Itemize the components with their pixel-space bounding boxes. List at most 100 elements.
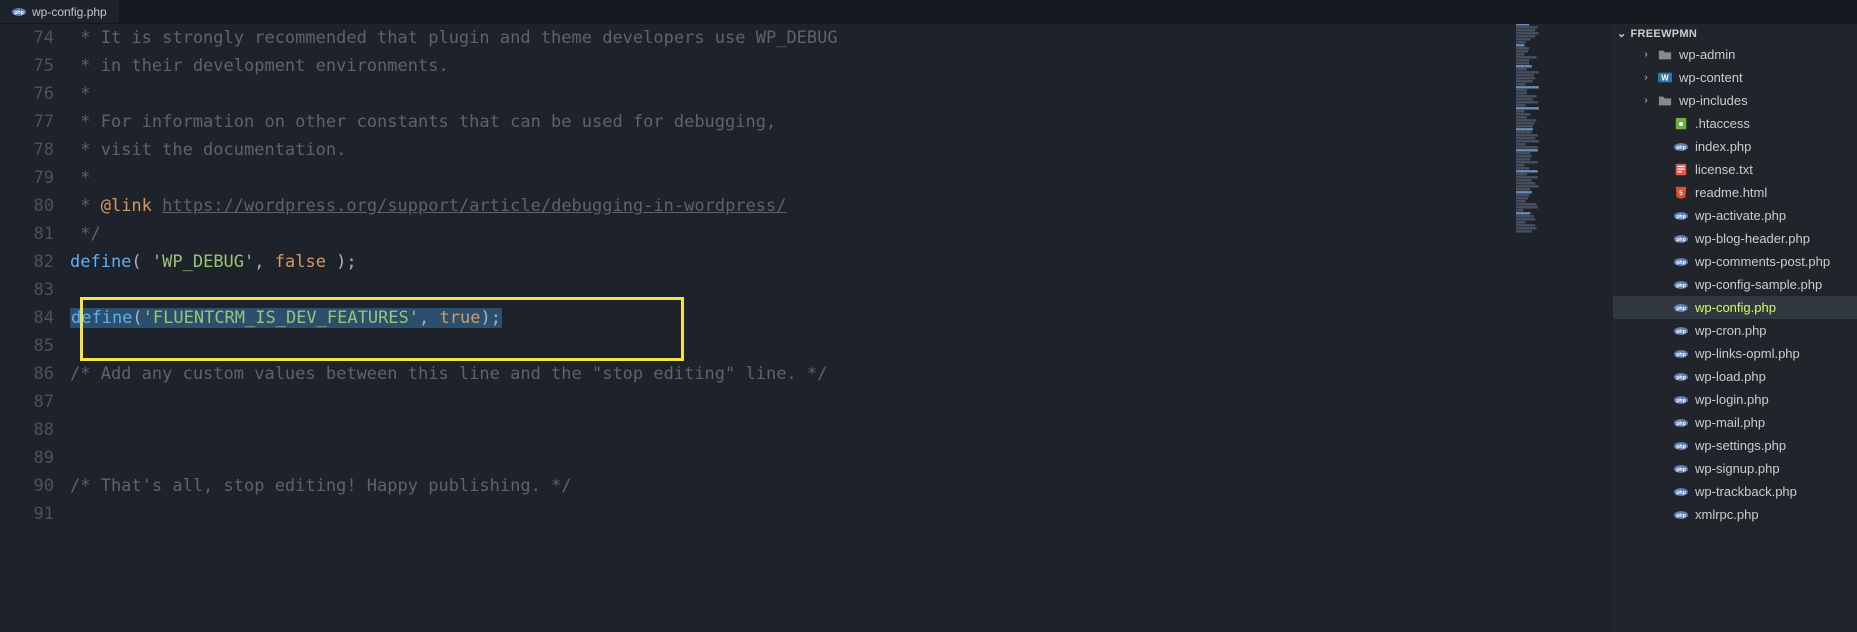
code-editor[interactable]: 74 * It is strongly recommended that plu… <box>0 24 1513 632</box>
file-license-txt[interactable]: license.txt <box>1613 158 1857 181</box>
code-content[interactable] <box>70 500 1513 528</box>
code-line[interactable]: 80 * @link https://wordpress.org/support… <box>0 192 1513 220</box>
line-number: 80 <box>0 192 70 220</box>
code-content[interactable] <box>70 388 1513 416</box>
code-line[interactable]: 78 * visit the documentation. <box>0 136 1513 164</box>
chevron-right-icon: › <box>1641 72 1651 83</box>
file-wp-cron-php[interactable]: wp-cron.php <box>1613 319 1857 342</box>
line-number: 78 <box>0 136 70 164</box>
code-line[interactable]: 75 * in their development environments. <box>0 52 1513 80</box>
file-label: wp-trackback.php <box>1695 484 1797 499</box>
file-wp-config-php[interactable]: wp-config.php <box>1613 296 1857 319</box>
code-line[interactable]: 90/* That's all, stop editing! Happy pub… <box>0 472 1513 500</box>
file-label: wp-includes <box>1679 93 1748 108</box>
code-line[interactable]: 81 */ <box>0 220 1513 248</box>
line-number: 90 <box>0 472 70 500</box>
code-content[interactable]: /* That's all, stop editing! Happy publi… <box>70 472 1513 500</box>
code-content[interactable] <box>70 332 1513 360</box>
file-wp-load-php[interactable]: wp-load.php <box>1613 365 1857 388</box>
code-line[interactable]: 79 * <box>0 164 1513 192</box>
file-explorer: ⌄ FREEWPMN ›wp-admin›wp-content›wp-inclu… <box>1613 24 1857 632</box>
folder-wp-includes[interactable]: › wp-includes <box>1613 89 1857 112</box>
editor-wrap: 74 * It is strongly recommended that plu… <box>0 24 1613 632</box>
wp-icon <box>1657 71 1673 85</box>
code-content[interactable] <box>70 276 1513 304</box>
file-wp-trackback-php[interactable]: wp-trackback.php <box>1613 480 1857 503</box>
code-content[interactable]: * It is strongly recommended that plugin… <box>70 24 1513 52</box>
file-wp-blog-header-php[interactable]: wp-blog-header.php <box>1613 227 1857 250</box>
file-label: readme.html <box>1695 185 1767 200</box>
code-content[interactable]: define('FLUENTCRM_IS_DEV_FEATURES', true… <box>70 304 1513 332</box>
file-wp-signup-php[interactable]: wp-signup.php <box>1613 457 1857 480</box>
php-icon <box>1673 301 1689 315</box>
code-line[interactable]: 77 * For information on other constants … <box>0 108 1513 136</box>
line-number: 79 <box>0 164 70 192</box>
code-line[interactable]: 89 <box>0 444 1513 472</box>
code-line[interactable]: 84define('FLUENTCRM_IS_DEV_FEATURES', tr… <box>0 304 1513 332</box>
php-icon <box>1673 416 1689 430</box>
folder-wp-content[interactable]: ›wp-content <box>1613 66 1857 89</box>
file-label: wp-signup.php <box>1695 461 1780 476</box>
code-content[interactable]: define( 'WP_DEBUG', false ); <box>70 248 1513 276</box>
code-line[interactable]: 86/* Add any custom values between this … <box>0 360 1513 388</box>
file-label: .htaccess <box>1695 116 1750 131</box>
php-icon <box>1673 140 1689 154</box>
php-icon <box>1673 370 1689 384</box>
line-number: 85 <box>0 332 70 360</box>
code-content[interactable]: * <box>70 164 1513 192</box>
line-number: 88 <box>0 416 70 444</box>
code-content[interactable]: * visit the documentation. <box>70 136 1513 164</box>
code-content[interactable] <box>70 416 1513 444</box>
php-icon <box>1673 393 1689 407</box>
code-content[interactable] <box>70 444 1513 472</box>
code-line[interactable]: 83 <box>0 276 1513 304</box>
php-icon <box>1673 255 1689 269</box>
file-wp-comments-post-php[interactable]: wp-comments-post.php <box>1613 250 1857 273</box>
code-line[interactable]: 76 * <box>0 80 1513 108</box>
file-wp-settings-php[interactable]: wp-settings.php <box>1613 434 1857 457</box>
file-label: index.php <box>1695 139 1751 154</box>
file-xmlrpc-php[interactable]: xmlrpc.php <box>1613 503 1857 526</box>
code-content[interactable]: * in their development environments. <box>70 52 1513 80</box>
file--htaccess[interactable]: .htaccess <box>1613 112 1857 135</box>
minimap[interactable]: ████████████████████████████████████████… <box>1513 24 1613 632</box>
code-content[interactable]: /* Add any custom values between this li… <box>70 360 1513 388</box>
line-number: 77 <box>0 108 70 136</box>
file-readme-html[interactable]: readme.html <box>1613 181 1857 204</box>
file-label: wp-links-opml.php <box>1695 346 1800 361</box>
file-wp-mail-php[interactable]: wp-mail.php <box>1613 411 1857 434</box>
txt-icon <box>1673 163 1689 177</box>
tab-wp-config[interactable]: wp-config.php <box>0 0 119 23</box>
chevron-right-icon: › <box>1641 95 1651 106</box>
code-content[interactable]: * <box>70 80 1513 108</box>
php-icon <box>1673 508 1689 522</box>
file-wp-links-opml-php[interactable]: wp-links-opml.php <box>1613 342 1857 365</box>
line-number: 89 <box>0 444 70 472</box>
code-line[interactable]: 85 <box>0 332 1513 360</box>
project-header[interactable]: ⌄ FREEWPMN <box>1613 24 1857 43</box>
folder-wp-admin[interactable]: ›wp-admin <box>1613 43 1857 66</box>
line-number: 83 <box>0 276 70 304</box>
code-line[interactable]: 88 <box>0 416 1513 444</box>
chevron-right-icon: › <box>1641 49 1651 60</box>
line-number: 91 <box>0 500 70 528</box>
code-content[interactable]: */ <box>70 220 1513 248</box>
code-line[interactable]: 82define( 'WP_DEBUG', false ); <box>0 248 1513 276</box>
line-number: 82 <box>0 248 70 276</box>
code-line[interactable]: 91 <box>0 500 1513 528</box>
php-icon <box>1673 324 1689 338</box>
code-content[interactable]: * @link https://wordpress.org/support/ar… <box>70 192 1513 220</box>
file-label: wp-blog-header.php <box>1695 231 1810 246</box>
file-wp-activate-php[interactable]: wp-activate.php <box>1613 204 1857 227</box>
code-line[interactable]: 87 <box>0 388 1513 416</box>
code-content[interactable]: * For information on other constants tha… <box>70 108 1513 136</box>
file-wp-login-php[interactable]: wp-login.php <box>1613 388 1857 411</box>
file-index-php[interactable]: index.php <box>1613 135 1857 158</box>
main-area: 74 * It is strongly recommended that plu… <box>0 24 1857 632</box>
file-label: wp-comments-post.php <box>1695 254 1830 269</box>
file-label: wp-mail.php <box>1695 415 1765 430</box>
file-wp-config-sample-php[interactable]: wp-config-sample.php <box>1613 273 1857 296</box>
file-label: license.txt <box>1695 162 1753 177</box>
html-icon <box>1673 186 1689 200</box>
code-line[interactable]: 74 * It is strongly recommended that plu… <box>0 24 1513 52</box>
